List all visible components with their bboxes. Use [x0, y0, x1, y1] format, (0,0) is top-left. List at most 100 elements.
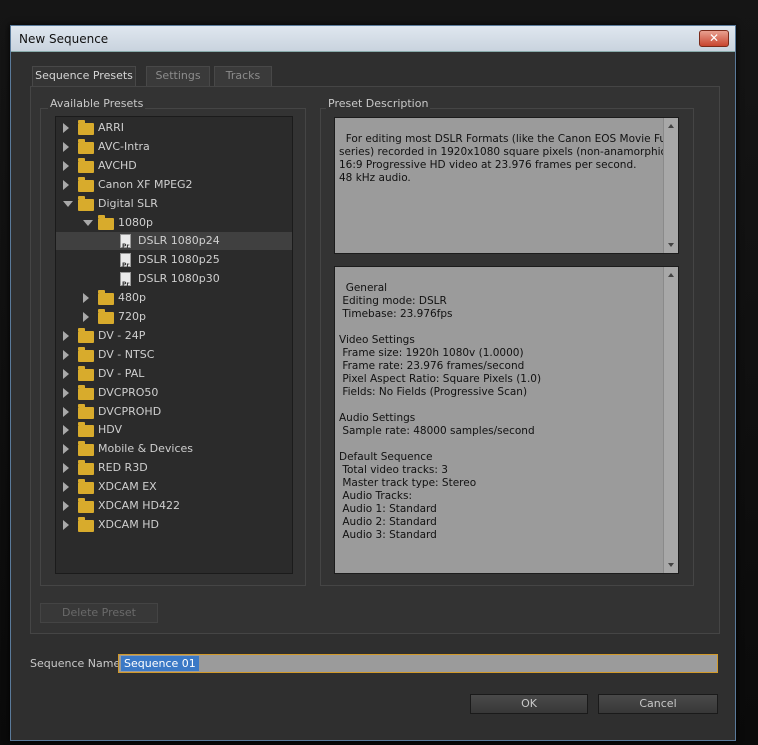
expand-right-icon[interactable] — [63, 406, 69, 417]
expand-right-icon[interactable] — [63, 387, 69, 398]
description-summary: For editing most DSLR Formats (like the … — [339, 133, 678, 184]
folder-icon — [78, 498, 94, 513]
expand-right-icon[interactable] — [63, 368, 69, 379]
expand-right-icon[interactable] — [63, 463, 69, 474]
expand-right-icon[interactable] — [63, 330, 69, 341]
preset-item-label: DV - 24P — [98, 328, 146, 342]
preset-item-label: XDCAM EX — [98, 480, 157, 494]
expand-right-icon[interactable] — [83, 293, 89, 304]
available-presets-label: Available Presets — [48, 97, 146, 110]
expand-right-icon[interactable] — [63, 501, 69, 511]
preset-item-label: 480p — [118, 291, 146, 305]
preset-folder-item[interactable]: DV - PAL — [56, 365, 292, 383]
folder-icon — [78, 138, 94, 154]
folder-icon — [78, 176, 94, 192]
folder-icon — [78, 422, 94, 438]
sequence-name-input[interactable]: Sequence 01 — [118, 654, 718, 673]
preset-folder-item[interactable]: Mobile & Devices — [56, 440, 292, 458]
preset-folder-item[interactable]: HDV — [56, 421, 292, 439]
expand-right-icon[interactable] — [63, 482, 69, 493]
sequence-name-label: Sequence Name: — [30, 657, 124, 670]
preset-item-label: DSLR 1080p25 — [138, 253, 220, 267]
expand-down-icon[interactable] — [63, 200, 73, 207]
preset-folder-item[interactable]: 1080p — [56, 214, 292, 232]
preset-folder-item[interactable]: ARRI — [56, 119, 292, 137]
preset-folder-item[interactable]: AVC-Intra — [56, 138, 292, 156]
preset-folder-item[interactable]: 480p — [56, 289, 292, 307]
ok-button[interactable]: OK — [470, 694, 588, 714]
folder-icon — [78, 479, 94, 495]
scroll-down-icon[interactable] — [668, 563, 674, 567]
tab-sequence-presets[interactable]: Sequence Presets — [32, 66, 136, 87]
expand-down-icon[interactable] — [83, 219, 93, 226]
sequence-name-value: Sequence 01 — [121, 656, 199, 671]
preset-item-label: DV - PAL — [98, 366, 145, 380]
preset-item-label: Mobile & Devices — [98, 442, 194, 456]
description-scrollbar[interactable] — [663, 118, 678, 253]
expand-right-icon[interactable] — [83, 312, 89, 322]
title-bar[interactable]: New Sequence ✕ — [11, 26, 735, 52]
premiere-preset-file-icon: Pr — [120, 253, 131, 269]
expand-right-icon[interactable] — [63, 123, 69, 133]
preset-folder-item[interactable]: XDCAM HD422 — [56, 497, 292, 515]
preset-file-item[interactable]: Pr DSLR 1080p25 — [56, 251, 292, 269]
folder-icon — [78, 460, 94, 476]
folder-icon — [78, 365, 94, 381]
expand-right-icon[interactable] — [63, 179, 69, 190]
preset-item-label: 1080p — [118, 215, 153, 229]
preset-folder-item[interactable]: Digital SLR — [56, 195, 292, 213]
preset-item-label: XDCAM HD422 — [98, 499, 180, 512]
folder-icon — [78, 441, 94, 457]
folder-icon — [78, 346, 94, 362]
expand-right-icon[interactable] — [63, 160, 69, 171]
preset-file-item[interactable]: Pr DSLR 1080p30 — [56, 270, 292, 288]
expand-right-icon[interactable] — [63, 141, 69, 152]
preset-folder-item[interactable]: AVCHD — [56, 157, 292, 175]
preset-description-label: Preset Description — [326, 97, 431, 110]
preset-folder-item[interactable]: 720p — [56, 308, 292, 326]
close-button[interactable]: ✕ — [699, 30, 729, 47]
preset-folder-item[interactable]: DV - 24P — [56, 327, 292, 345]
preset-item-label: Digital SLR — [98, 196, 158, 210]
folder-icon — [78, 403, 94, 419]
scroll-down-icon[interactable] — [668, 243, 674, 247]
details-scrollbar[interactable] — [663, 267, 678, 573]
preset-folder-item[interactable]: XDCAM HD — [56, 516, 292, 534]
preset-item-label: DSLR 1080p24 — [138, 234, 220, 248]
folder-icon — [98, 214, 114, 230]
tab-tracks[interactable]: Tracks — [214, 66, 272, 86]
scroll-up-icon[interactable] — [668, 273, 674, 277]
preset-file-item[interactable]: Pr DSLR 1080p24 — [56, 232, 292, 251]
preset-item-label: XDCAM HD — [98, 517, 159, 531]
presets-tree[interactable]: ARRI AVC-Intra AVCHD Canon XF MPEG2 Digital … — [55, 116, 293, 574]
preset-item-label: HDV — [98, 423, 123, 437]
folder-icon — [78, 120, 94, 135]
preset-details-text[interactable]: General Editing mode: DSLR Timebase: 23.… — [334, 266, 679, 574]
preset-folder-item[interactable]: Canon XF MPEG2 — [56, 176, 292, 194]
preset-item-label: DV - NTSC — [98, 347, 155, 361]
preset-item-label: DVCPROHD — [98, 404, 162, 418]
tab-settings[interactable]: Settings — [146, 66, 210, 86]
expand-right-icon[interactable] — [63, 444, 69, 455]
preset-item-label: AVCHD — [98, 158, 137, 172]
preset-item-label: RED R3D — [98, 461, 148, 475]
cancel-button[interactable]: Cancel — [598, 694, 718, 714]
preset-item-label: DSLR 1080p30 — [138, 272, 220, 286]
preset-item-label: ARRI — [98, 121, 125, 134]
scroll-up-icon[interactable] — [668, 124, 674, 128]
preset-folder-item[interactable]: DV - NTSC — [56, 346, 292, 364]
premiere-preset-file-icon: Pr — [120, 234, 131, 250]
preset-folder-item[interactable]: DVCPROHD — [56, 403, 292, 421]
preset-folder-item[interactable]: XDCAM EX — [56, 478, 292, 496]
preset-description-text[interactable]: For editing most DSLR Formats (like the … — [334, 117, 679, 254]
expand-right-icon[interactable] — [63, 349, 69, 360]
preset-item-label: AVC-Intra — [98, 139, 150, 153]
expand-right-icon[interactable] — [63, 425, 69, 436]
folder-icon — [98, 290, 114, 306]
premiere-preset-file-icon: Pr — [120, 272, 131, 288]
preset-folder-item[interactable]: RED R3D — [56, 459, 292, 477]
preset-folder-item[interactable]: DVCPRO50 — [56, 384, 292, 402]
delete-preset-button[interactable]: Delete Preset — [40, 603, 158, 623]
folder-icon — [78, 327, 94, 343]
expand-right-icon[interactable] — [63, 519, 69, 530]
